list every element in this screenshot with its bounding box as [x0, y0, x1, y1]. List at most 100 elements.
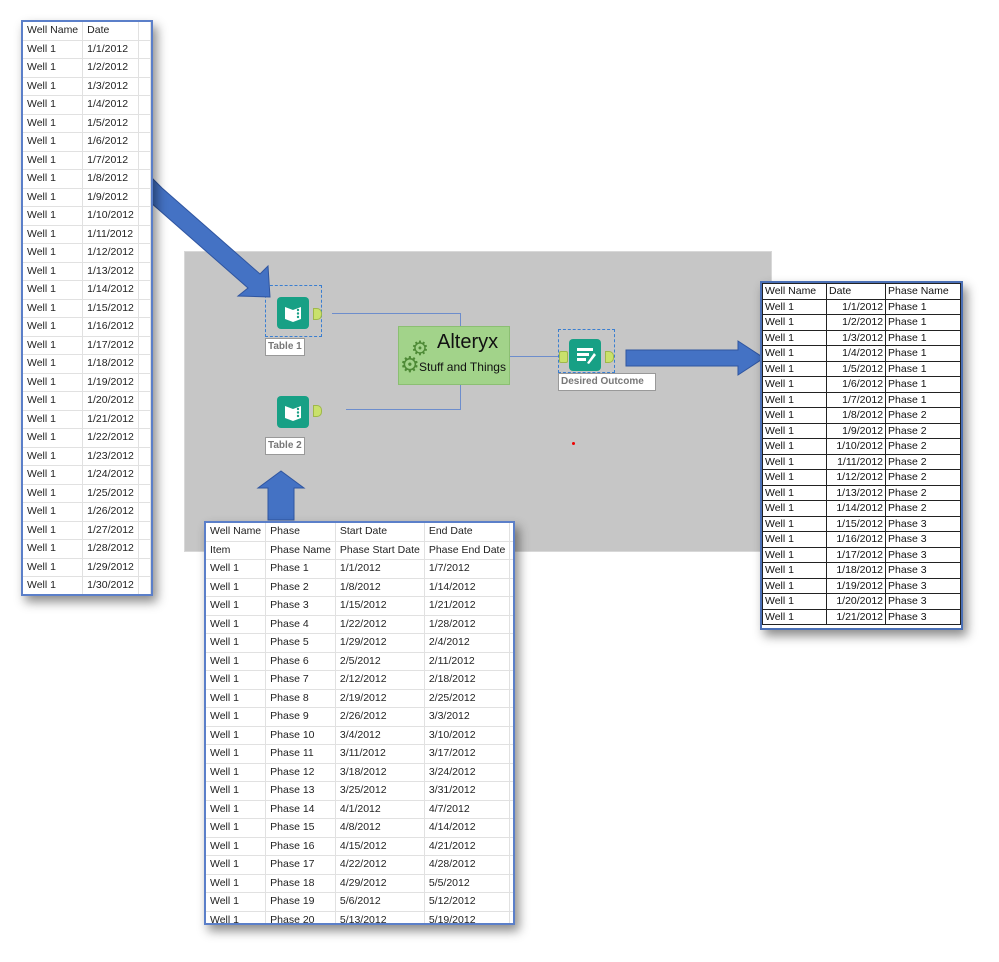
cell[interactable]: 5/5/2012 — [424, 874, 511, 893]
cell[interactable]: 1/9/2012 — [826, 422, 887, 439]
cell[interactable]: Well 1 — [23, 77, 84, 96]
cell[interactable]: 1/27/2012 — [82, 521, 140, 540]
cell[interactable]: 4/1/2012 — [335, 800, 425, 819]
table-row[interactable]: Well 1 1/8/2012 — [23, 169, 151, 189]
table-row[interactable]: Well 1 1/27/2012 — [23, 521, 151, 540]
cell[interactable]: Well 1 — [206, 707, 267, 727]
cell[interactable]: Well 1 — [761, 608, 828, 625]
cell[interactable]: Phase 2 — [885, 407, 961, 424]
cell[interactable]: 1/7/2012 — [826, 391, 887, 408]
cell[interactable]: 1/11/2012 — [826, 453, 887, 470]
desired-outcome-table[interactable]: Well Name Date Phase Name Well 1 1/1/2012 Pha… — [760, 281, 963, 630]
cell[interactable]: Well 1 — [23, 206, 84, 226]
cell[interactable]: 1/22/2012 — [335, 615, 425, 634]
cell[interactable]: 1/29/2012 — [335, 633, 425, 653]
cell[interactable]: 1/14/2012 — [82, 280, 140, 300]
cell[interactable]: 2/19/2012 — [335, 689, 425, 708]
cell[interactable]: Phase 11 — [265, 744, 336, 764]
table-row[interactable]: Well 1 Phase 14 4/1/2012 4/7/2012 — [206, 800, 513, 819]
header-row[interactable]: Well Name Phase Start Date End Date — [206, 523, 513, 542]
cell[interactable]: 1/7/2012 — [424, 559, 511, 579]
cell[interactable]: Well 1 — [23, 391, 84, 411]
cell[interactable]: 5/13/2012 — [335, 911, 425, 923]
cell[interactable]: 1/2/2012 — [826, 314, 887, 331]
cell[interactable]: Phase 1 — [885, 314, 961, 331]
table-row[interactable]: Well 1 1/20/2012 Phase 3 — [761, 593, 961, 610]
table-row[interactable]: Well 1 1/14/2012 Phase 2 — [761, 500, 961, 517]
cell[interactable]: Well 1 — [761, 360, 828, 377]
header-row[interactable]: Well Name Date Phase Name — [761, 283, 961, 300]
table-row[interactable]: Well 1 1/1/2012 — [23, 40, 151, 59]
table-row[interactable]: Well 1 Phase 17 4/22/2012 4/28/2012 — [206, 855, 513, 875]
cell[interactable]: Phase 2 — [265, 578, 336, 597]
cell[interactable]: Well 1 — [23, 484, 84, 503]
cell[interactable]: 2/11/2012 — [424, 652, 511, 671]
table-row[interactable]: Well 1 Phase 15 4/8/2012 4/14/2012 — [206, 818, 513, 838]
cell[interactable]: 3/17/2012 — [424, 744, 511, 764]
table-row[interactable]: Well 1 1/24/2012 — [23, 465, 151, 485]
table-row[interactable]: Well 1 1/6/2012 — [23, 132, 151, 152]
cell[interactable]: 2/12/2012 — [335, 670, 425, 690]
cell[interactable]: Well 1 — [761, 407, 828, 424]
cell[interactable]: Phase Start Date — [335, 541, 425, 560]
cell[interactable]: Well 1 — [761, 422, 828, 439]
cell[interactable]: Well 1 — [206, 855, 267, 875]
cell[interactable]: 1/6/2012 — [82, 132, 140, 152]
cell[interactable]: Phase 1 — [885, 376, 961, 393]
cell[interactable]: Phase 2 — [885, 469, 961, 486]
cell[interactable]: 1/1/2012 — [82, 40, 140, 59]
table-row[interactable]: Well 1 Phase 1 1/1/2012 1/7/2012 — [206, 559, 513, 579]
table-row[interactable]: Well 1 1/18/2012 — [23, 354, 151, 374]
table-row[interactable]: Well 1 1/17/2012 — [23, 336, 151, 355]
cell[interactable]: Phase 17 — [265, 855, 336, 875]
cell[interactable]: Phase 5 — [265, 633, 336, 653]
cell[interactable]: Phase Name — [265, 541, 336, 560]
cell[interactable]: Well 1 — [23, 262, 84, 281]
cell[interactable]: 4/22/2012 — [335, 855, 425, 875]
table-row[interactable]: Well 1 1/2/2012 — [23, 58, 151, 78]
cell[interactable]: Well 1 — [761, 438, 828, 455]
table-row[interactable]: Well 1 Phase 19 5/6/2012 5/12/2012 — [206, 892, 513, 912]
table-row[interactable]: Well 1 Phase 16 4/15/2012 4/21/2012 — [206, 837, 513, 856]
table-row[interactable]: Well 1 Phase 6 2/5/2012 2/11/2012 — [206, 652, 513, 671]
cell[interactable]: Phase 3 — [885, 531, 961, 548]
cell[interactable]: 1/4/2012 — [826, 345, 887, 362]
cell[interactable]: 1/6/2012 — [826, 376, 887, 393]
cell[interactable]: Phase 2 — [885, 484, 961, 501]
table-row[interactable]: Well 1 1/20/2012 — [23, 391, 151, 411]
cell[interactable]: 1/5/2012 — [82, 114, 140, 133]
cell[interactable]: Well 1 — [23, 169, 84, 189]
table-row[interactable]: Well 1 1/4/2012 Phase 1 — [761, 345, 961, 362]
cell[interactable]: 2/25/2012 — [424, 689, 511, 708]
cell[interactable]: Phase 1 — [885, 345, 961, 362]
table-row[interactable]: Well 1 1/2/2012 Phase 1 — [761, 314, 961, 331]
cell[interactable]: Well 1 — [761, 453, 828, 470]
cell[interactable]: 3/10/2012 — [424, 726, 511, 745]
cell[interactable]: Phase 3 — [885, 562, 961, 579]
table-row[interactable]: Well 1 Phase 7 2/12/2012 2/18/2012 — [206, 670, 513, 690]
table-row[interactable]: Well 1 1/14/2012 — [23, 280, 151, 300]
table-row[interactable]: Well 1 1/15/2012 — [23, 299, 151, 318]
cell[interactable]: Phase End Date — [424, 541, 511, 560]
table-row[interactable]: Well 1 1/7/2012 Phase 1 — [761, 391, 961, 408]
cell[interactable]: 5/6/2012 — [335, 892, 425, 912]
table-row[interactable]: Well 1 1/6/2012 Phase 1 — [761, 376, 961, 393]
cell[interactable]: 4/7/2012 — [424, 800, 511, 819]
table-row[interactable]: Well 1 1/7/2012 — [23, 151, 151, 170]
cell[interactable]: 1/17/2012 — [826, 546, 887, 563]
table-row[interactable]: Well 1 1/3/2012 Phase 1 — [761, 329, 961, 346]
cell[interactable]: Well 1 — [761, 531, 828, 548]
cell[interactable]: 5/12/2012 — [424, 892, 511, 912]
table-row[interactable]: Well 1 1/12/2012 — [23, 243, 151, 263]
cell[interactable]: 1/14/2012 — [826, 500, 887, 517]
cell[interactable]: Well 1 — [206, 837, 267, 856]
cell[interactable]: 1/15/2012 — [335, 596, 425, 616]
cell[interactable]: Well 1 — [23, 280, 84, 300]
cell[interactable]: Item — [206, 541, 267, 560]
cell[interactable]: 1/13/2012 — [82, 262, 140, 281]
table-row[interactable]: Well 1 1/10/2012 Phase 2 — [761, 438, 961, 455]
table-row[interactable]: Well 1 1/11/2012 — [23, 225, 151, 244]
cell[interactable]: Well 1 — [761, 515, 828, 532]
cell[interactable]: Phase 8 — [265, 689, 336, 708]
cell[interactable]: 3/18/2012 — [335, 763, 425, 782]
